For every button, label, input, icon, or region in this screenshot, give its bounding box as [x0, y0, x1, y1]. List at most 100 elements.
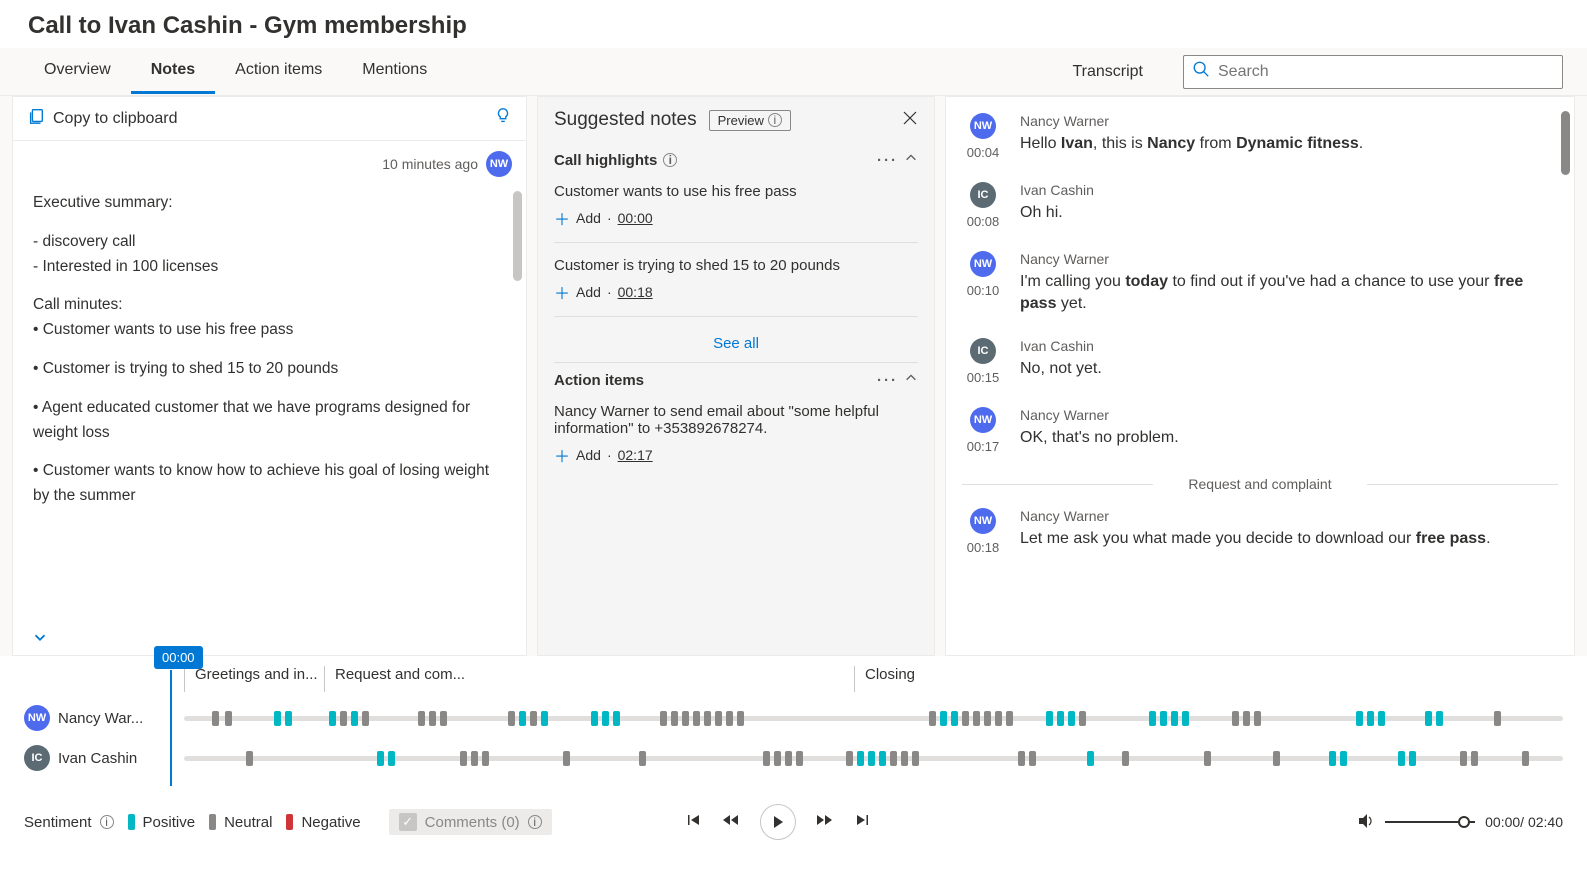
sentiment-tick[interactable] — [693, 711, 700, 726]
sentiment-tick[interactable] — [613, 711, 620, 726]
sentiment-tick[interactable] — [995, 711, 1002, 726]
plus-icon[interactable]: ＋ — [554, 206, 570, 230]
sentiment-tick[interactable] — [1367, 711, 1374, 726]
volume-slider[interactable] — [1385, 821, 1475, 823]
sentiment-tick[interactable] — [1149, 711, 1156, 726]
sentiment-tick[interactable] — [351, 711, 358, 726]
sentiment-tick[interactable] — [1425, 711, 1432, 726]
sentiment-tick[interactable] — [1494, 711, 1501, 726]
sentiment-tick[interactable] — [440, 711, 447, 726]
sentiment-tick[interactable] — [1029, 751, 1036, 766]
sentiment-tick[interactable] — [785, 751, 792, 766]
tab-notes[interactable]: Notes — [131, 49, 215, 94]
sentiment-tick[interactable] — [471, 751, 478, 766]
sentiment-tick[interactable] — [429, 711, 436, 726]
sentiment-tick[interactable] — [1436, 711, 1443, 726]
sentiment-tick[interactable] — [602, 711, 609, 726]
sentiment-tick[interactable] — [1522, 751, 1529, 766]
sentiment-tick[interactable] — [1204, 751, 1211, 766]
sentiment-tick[interactable] — [1340, 751, 1347, 766]
scrollbar-thumb[interactable] — [1561, 111, 1570, 175]
sentiment-tick[interactable] — [940, 711, 947, 726]
transcript-timestamp[interactable]: 00:18 — [962, 540, 1004, 555]
forward-icon[interactable] — [816, 812, 834, 833]
sentiment-tick[interactable] — [763, 751, 770, 766]
skip-end-icon[interactable] — [854, 812, 870, 833]
skip-start-icon[interactable] — [686, 812, 702, 833]
sentiment-tick[interactable] — [1057, 711, 1064, 726]
transcript-timestamp[interactable]: 00:10 — [962, 283, 1004, 298]
sentiment-tick[interactable] — [984, 711, 991, 726]
transcript-timestamp[interactable]: 00:08 — [962, 214, 1004, 229]
sentiment-tick[interactable] — [1356, 711, 1363, 726]
sentiment-tick[interactable] — [1006, 711, 1013, 726]
timeline-cursor-label[interactable]: 00:00 — [154, 646, 203, 669]
sentiment-tick[interactable] — [1398, 751, 1405, 766]
sentiment-tick[interactable] — [868, 751, 875, 766]
close-icon[interactable] — [902, 110, 918, 131]
tab-mentions[interactable]: Mentions — [342, 49, 447, 94]
see-all-link[interactable]: See all — [554, 325, 918, 363]
copy-to-clipboard[interactable]: Copy to clipboard — [53, 110, 494, 128]
info-icon[interactable]: i — [663, 153, 677, 167]
sentiment-tick[interactable] — [879, 751, 886, 766]
sentiment-tick[interactable] — [1409, 751, 1416, 766]
search-input[interactable] — [1218, 63, 1554, 81]
sentiment-tick[interactable] — [530, 711, 537, 726]
sentiment-tick[interactable] — [519, 711, 526, 726]
sentiment-tick[interactable] — [774, 751, 781, 766]
sentiment-tick[interactable] — [1087, 751, 1094, 766]
notes-body[interactable]: Executive summary:- discovery call- Inte… — [13, 177, 526, 655]
more-icon[interactable]: ··· — [877, 372, 898, 389]
sentiment-tick[interactable] — [1273, 751, 1280, 766]
sentiment-tick[interactable] — [639, 751, 646, 766]
sentiment-tick[interactable] — [912, 751, 919, 766]
sentiment-tick[interactable] — [285, 711, 292, 726]
info-icon[interactable]: i — [100, 815, 114, 829]
sentiment-tick[interactable] — [1046, 711, 1053, 726]
sentiment-tick[interactable] — [1243, 711, 1250, 726]
sentiment-tick[interactable] — [796, 751, 803, 766]
timestamp-link[interactable]: 02:17 — [618, 447, 653, 463]
sentiment-tick[interactable] — [482, 751, 489, 766]
sentiment-tick[interactable] — [715, 711, 722, 726]
sentiment-tick[interactable] — [973, 711, 980, 726]
sentiment-tick[interactable] — [418, 711, 425, 726]
sentiment-tick[interactable] — [1171, 711, 1178, 726]
chevron-up-icon[interactable] — [904, 371, 918, 389]
sentiment-tick[interactable] — [508, 711, 515, 726]
sentiment-tick[interactable] — [591, 711, 598, 726]
timeline-cursor[interactable] — [170, 670, 172, 786]
sentiment-tick[interactable] — [704, 711, 711, 726]
sentiment-tick[interactable] — [1254, 711, 1261, 726]
sentiment-tick[interactable] — [671, 711, 678, 726]
sentiment-tick[interactable] — [846, 751, 853, 766]
sentiment-tick[interactable] — [660, 711, 667, 726]
sentiment-tick[interactable] — [890, 751, 897, 766]
timestamp-link[interactable]: 00:00 — [618, 210, 653, 226]
sentiment-tick[interactable] — [460, 751, 467, 766]
sentiment-tick[interactable] — [951, 711, 958, 726]
sentiment-tick[interactable] — [1068, 711, 1075, 726]
sentiment-tick[interactable] — [737, 711, 744, 726]
track-line[interactable] — [184, 716, 1563, 721]
sentiment-tick[interactable] — [1122, 751, 1129, 766]
volume-thumb[interactable] — [1458, 816, 1470, 828]
sentiment-tick[interactable] — [1079, 711, 1086, 726]
transcript-timestamp[interactable]: 00:17 — [962, 439, 1004, 454]
sentiment-tick[interactable] — [225, 711, 232, 726]
sentiment-tick[interactable] — [1329, 751, 1336, 766]
sentiment-tick[interactable] — [212, 711, 219, 726]
sentiment-tick[interactable] — [1460, 751, 1467, 766]
transcript-timestamp[interactable]: 00:04 — [962, 145, 1004, 160]
tab-action-items[interactable]: Action items — [215, 49, 342, 94]
sentiment-tick[interactable] — [682, 711, 689, 726]
sentiment-tick[interactable] — [962, 711, 969, 726]
volume-icon[interactable] — [1357, 812, 1375, 833]
sentiment-tick[interactable] — [901, 751, 908, 766]
plus-icon[interactable]: ＋ — [554, 280, 570, 304]
scrollbar-thumb[interactable] — [513, 191, 522, 281]
sentiment-tick[interactable] — [726, 711, 733, 726]
sentiment-tick[interactable] — [362, 711, 369, 726]
chevron-up-icon[interactable] — [904, 151, 918, 169]
